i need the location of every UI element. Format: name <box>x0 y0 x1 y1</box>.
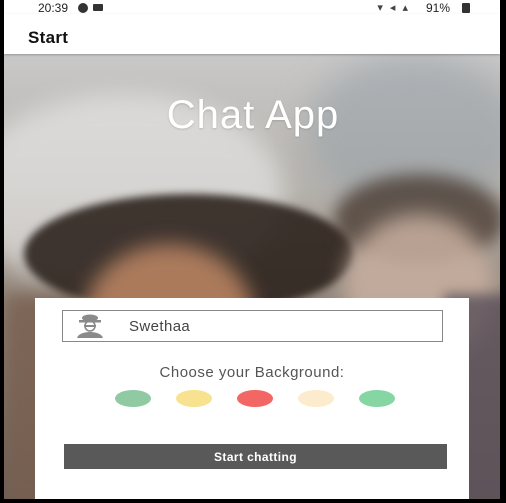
choose-background-label: Choose your Background: <box>159 364 345 381</box>
signal-wifi-icons: ▾ ◂ ▴ <box>377 2 410 14</box>
notification-icon <box>78 3 88 13</box>
app-bar: Start <box>4 14 500 54</box>
background-color-option-5[interactable] <box>359 390 395 407</box>
app-title: Chat App <box>166 93 340 137</box>
background-color-option-4[interactable] <box>298 390 334 407</box>
start-form-panel: Choose your Background: Start chatting <box>35 298 469 499</box>
status-time: 20:39 <box>38 1 69 14</box>
user-avatar-icon <box>77 314 103 338</box>
battery-level: 91% <box>425 1 450 14</box>
status-bar: 20:39 ▾ ◂ ▴ 91% <box>4 0 500 14</box>
name-input[interactable] <box>129 311 429 341</box>
name-field[interactable] <box>62 310 443 342</box>
start-chatting-button[interactable]: Start chatting <box>64 444 447 469</box>
battery-icon <box>462 3 470 13</box>
app-bar-title: Start <box>28 28 69 47</box>
background-color-option-1[interactable] <box>115 390 151 407</box>
message-icon <box>93 4 103 11</box>
background-color-option-3[interactable] <box>237 390 273 407</box>
background-color-option-2[interactable] <box>176 390 212 407</box>
